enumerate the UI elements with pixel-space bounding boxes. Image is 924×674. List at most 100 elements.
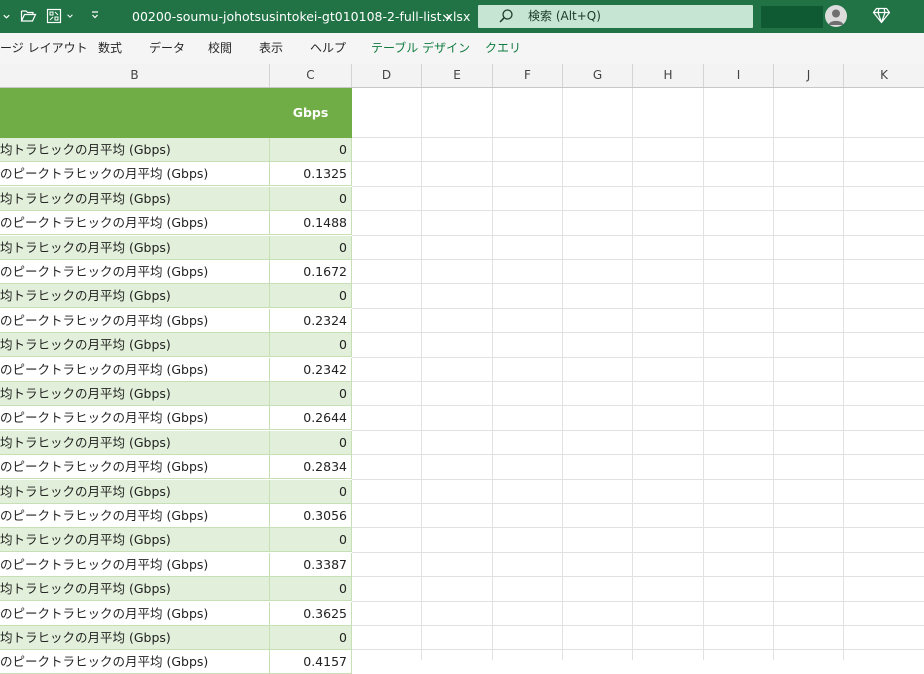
avatar[interactable] <box>825 5 847 27</box>
cell-b[interactable]: 均トラヒックの月平均 (Gbps) <box>0 430 270 454</box>
cell-b[interactable]: 均トラヒックの月平均 (Gbps) <box>0 382 270 405</box>
cell-c[interactable]: 0.2834 <box>270 455 352 479</box>
column-header-k[interactable]: K <box>844 64 924 87</box>
table-row[interactable]: のピークトラヒックの月平均 (Gbps) 0.2324 <box>0 308 352 333</box>
cell-b[interactable]: のピークトラヒックの月平均 (Gbps) <box>0 650 270 674</box>
column-header-b[interactable]: B <box>0 64 270 87</box>
cell-c[interactable]: 0.1488 <box>270 211 352 235</box>
cell-b[interactable]: 均トラヒックの月平均 (Gbps) <box>0 626 270 649</box>
cell-c[interactable]: 0.1325 <box>270 162 352 186</box>
touch-mode-icon[interactable] <box>46 8 62 24</box>
table-row[interactable]: 均トラヒックの月平均 (Gbps) 0 <box>0 382 352 406</box>
table-row[interactable]: 均トラヒックの月平均 (Gbps) 0 <box>0 626 352 650</box>
account-name-box[interactable] <box>761 6 823 28</box>
column-header-h[interactable]: H <box>633 64 704 87</box>
cell-c[interactable]: 0 <box>270 235 352 259</box>
cell-b[interactable]: のピークトラヒックの月平均 (Gbps) <box>0 162 270 186</box>
gridline <box>352 185 924 187</box>
table-row[interactable]: 均トラヒックの月平均 (Gbps) 0 <box>0 333 352 358</box>
table-row[interactable]: 均トラヒックの月平均 (Gbps) 0 <box>0 577 352 602</box>
cell-c[interactable]: 0.4157 <box>270 650 352 674</box>
cell-c[interactable]: 0 <box>270 577 352 601</box>
cell-b[interactable]: 均トラヒックの月平均 (Gbps) <box>0 333 270 357</box>
column-header-f[interactable]: F <box>493 64 563 87</box>
cell-b[interactable]: のピークトラヒックの月平均 (Gbps) <box>0 211 270 235</box>
cell-b[interactable]: のピークトラヒックの月平均 (Gbps) <box>0 601 270 625</box>
chevron-down-icon[interactable] <box>66 12 74 20</box>
table-row[interactable]: のピークトラヒックの月平均 (Gbps) 0.1672 <box>0 260 352 284</box>
cell-b[interactable]: 均トラヒックの月平均 (Gbps) <box>0 528 270 552</box>
table-header-row[interactable]: Gbps <box>0 88 352 138</box>
cell-b[interactable]: 均トラヒックの月平均 (Gbps) <box>0 138 270 161</box>
cell-c[interactable]: 0.3625 <box>270 601 352 625</box>
document-title[interactable]: 00200-soumu-johotsusintokei-gt010108-2-f… <box>132 0 470 33</box>
table-row[interactable]: 均トラヒックの月平均 (Gbps) 0 <box>0 479 352 504</box>
cell-b[interactable]: 均トラヒックの月平均 (Gbps) <box>0 186 270 210</box>
cell-c[interactable]: 0.3056 <box>270 504 352 527</box>
customize-toolbar-icon[interactable] <box>90 10 100 20</box>
tab-data[interactable]: データ <box>149 33 185 64</box>
column-header-d[interactable]: D <box>352 64 422 87</box>
cell-c[interactable]: 0.2324 <box>270 308 352 332</box>
open-folder-icon[interactable] <box>20 8 37 24</box>
cell-c[interactable]: 0.1672 <box>270 260 352 283</box>
cell-c[interactable]: 0.2644 <box>270 406 352 430</box>
cell-c[interactable]: 0 <box>270 479 352 503</box>
cell-b[interactable]: 均トラヒックの月平均 (Gbps) <box>0 479 270 503</box>
tab-table-design[interactable]: テーブル デザイン <box>371 33 470 64</box>
tab-view[interactable]: 表示 <box>259 33 283 64</box>
table-row[interactable]: のピークトラヒックの月平均 (Gbps) 0.2644 <box>0 406 352 431</box>
chevron-down-icon[interactable] <box>442 12 452 22</box>
cell-b[interactable]: 均トラヒックの月平均 (Gbps) <box>0 577 270 601</box>
cell-c[interactable]: 0 <box>270 284 352 308</box>
tab-page-layout[interactable]: ージ レイアウト <box>0 33 88 64</box>
table-row[interactable]: 均トラヒックの月平均 (Gbps) 0 <box>0 284 352 309</box>
table-row[interactable]: のピークトラヒックの月平均 (Gbps) 0.2342 <box>0 357 352 382</box>
cell-c[interactable]: 0 <box>270 186 352 210</box>
cell-c[interactable]: 0.2342 <box>270 357 352 381</box>
table-row[interactable]: 均トラヒックの月平均 (Gbps) 0 <box>0 235 352 260</box>
column-header-c[interactable]: C <box>270 64 352 87</box>
table-row[interactable]: 均トラヒックの月平均 (Gbps) 0 <box>0 186 352 211</box>
table-row[interactable]: のピークトラヒックの月平均 (Gbps) 0.4157 <box>0 650 352 674</box>
cell-c[interactable]: 0 <box>270 333 352 357</box>
diamond-icon[interactable] <box>872 7 891 24</box>
cell-b[interactable]: 均トラヒックの月平均 (Gbps) <box>0 284 270 308</box>
table-row[interactable]: 均トラヒックの月平均 (Gbps) 0 <box>0 528 352 553</box>
tab-formulas[interactable]: 数式 <box>98 33 122 64</box>
column-header-e[interactable]: E <box>422 64 493 87</box>
table-row[interactable]: のピークトラヒックの月平均 (Gbps) 0.1325 <box>0 162 352 187</box>
cell-b[interactable]: のピークトラヒックの月平均 (Gbps) <box>0 260 270 283</box>
cell-b[interactable]: のピークトラヒックの月平均 (Gbps) <box>0 552 270 576</box>
cell-c[interactable]: 0 <box>270 528 352 552</box>
cell-b[interactable]: のピークトラヒックの月平均 (Gbps) <box>0 357 270 381</box>
column-header-j[interactable]: J <box>774 64 844 87</box>
search-box[interactable]: 検索 (Alt+Q) <box>478 5 753 28</box>
tab-query[interactable]: クエリ <box>485 33 521 64</box>
tab-review[interactable]: 校閲 <box>208 33 232 64</box>
table-row[interactable]: のピークトラヒックの月平均 (Gbps) 0.3625 <box>0 601 352 626</box>
cell-b[interactable]: のピークトラヒックの月平均 (Gbps) <box>0 504 270 527</box>
cell-b[interactable]: のピークトラヒックの月平均 (Gbps) <box>0 406 270 430</box>
cell-c[interactable]: 0 <box>270 382 352 405</box>
table-row[interactable]: 均トラヒックの月平均 (Gbps) 0 <box>0 430 352 455</box>
table-row[interactable]: のピークトラヒックの月平均 (Gbps) 0.3387 <box>0 552 352 577</box>
cell-c[interactable]: 0 <box>270 626 352 649</box>
cell-b[interactable]: のピークトラヒックの月平均 (Gbps) <box>0 455 270 479</box>
cell-c[interactable]: 0 <box>270 430 352 454</box>
table-row[interactable]: のピークトラヒックの月平均 (Gbps) 0.3056 <box>0 504 352 528</box>
table-header-gbps[interactable]: Gbps <box>270 88 351 138</box>
cell-c[interactable]: 0.3387 <box>270 552 352 576</box>
chevron-down-icon[interactable] <box>2 12 11 21</box>
cell-b[interactable]: のピークトラヒックの月平均 (Gbps) <box>0 308 270 332</box>
cell-b[interactable]: 均トラヒックの月平均 (Gbps) <box>0 235 270 259</box>
tab-help[interactable]: ヘルプ <box>310 33 346 64</box>
table-row[interactable]: のピークトラヒックの月平均 (Gbps) 0.1488 <box>0 211 352 236</box>
table-row[interactable]: 均トラヒックの月平均 (Gbps) 0 <box>0 138 352 162</box>
worksheet-grid[interactable]: Gbps 均トラヒックの月平均 (Gbps) 0 のピークトラヒックの月平均 (Gb… <box>0 88 924 674</box>
column-header-g[interactable]: G <box>563 64 633 87</box>
table-row[interactable]: のピークトラヒックの月平均 (Gbps) 0.2834 <box>0 455 352 480</box>
column-header-i[interactable]: I <box>704 64 774 87</box>
cell-c[interactable]: 0 <box>270 138 352 161</box>
search-input[interactable]: 検索 (Alt+Q) <box>528 5 601 28</box>
